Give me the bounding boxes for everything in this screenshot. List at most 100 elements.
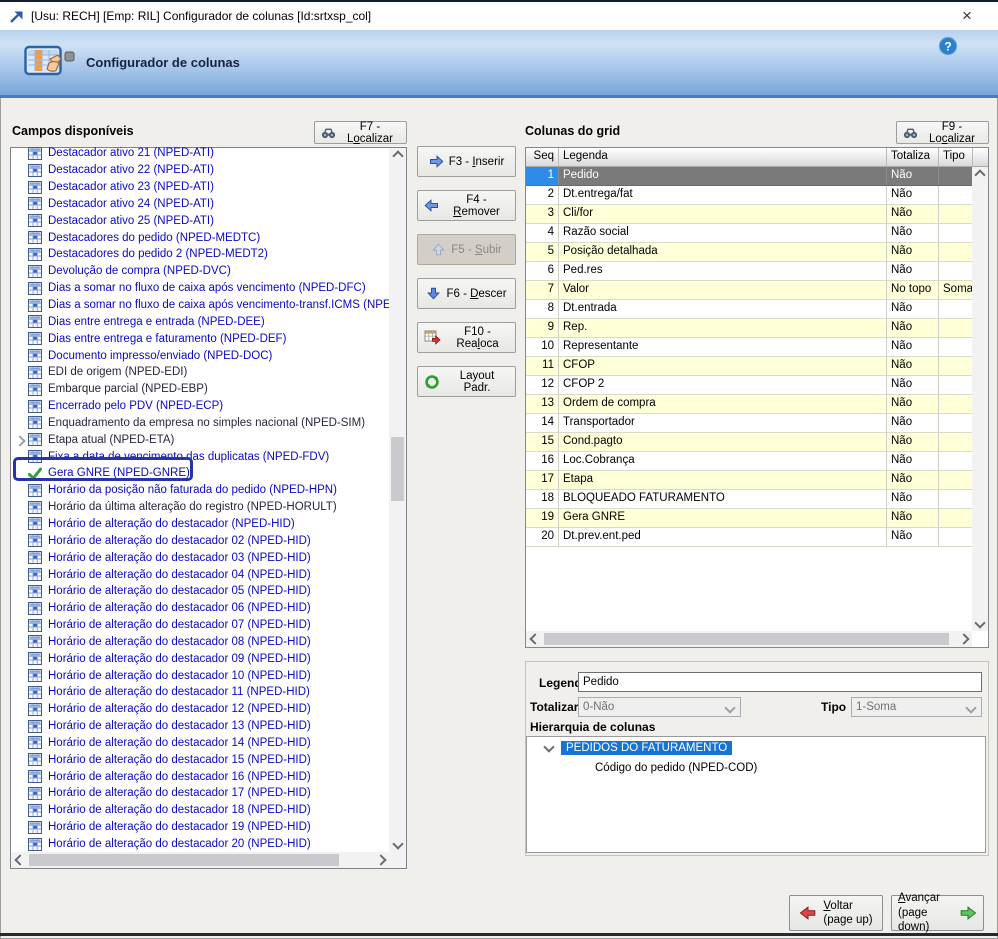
- field-list-item[interactable]: Devolução de compra (NPED-DVC): [11, 263, 389, 280]
- column-header-legenda[interactable]: Legenda: [559, 148, 887, 166]
- field-list-item[interactable]: Destacador ativo 22 (NPED-ATI): [11, 162, 389, 179]
- f5-subir-button[interactable]: F5 - Subir: [417, 234, 516, 265]
- tipo-select[interactable]: 1-Soma: [851, 697, 982, 717]
- field-list-item[interactable]: Destacadores do pedido 2 (NPED-MEDT2): [11, 246, 389, 263]
- field-list-item[interactable]: Horário de alteração do destacador 20 (N…: [11, 836, 389, 852]
- field-list-item[interactable]: Horário de alteração do destacador 11 (N…: [11, 684, 389, 701]
- grid-row[interactable]: 2Dt.entrega/fatNão: [526, 186, 988, 205]
- fields-scroll-down-icon[interactable]: [389, 836, 406, 852]
- grid-row[interactable]: 5Posição detalhadaNão: [526, 243, 988, 262]
- grid-row[interactable]: 14TransportadorNão: [526, 414, 988, 433]
- field-list-item[interactable]: Horário de alteração do destacador 12 (N…: [11, 701, 389, 718]
- f3-inserir-button[interactable]: F3 - Inserir: [417, 146, 516, 177]
- close-icon[interactable]: ×: [950, 2, 984, 30]
- field-list-item[interactable]: Horário de alteração do destacador 05 (N…: [11, 583, 389, 600]
- field-list-item[interactable]: Destacador ativo 21 (NPED-ATI): [11, 145, 389, 162]
- fields-vscroll-thumb[interactable]: [391, 437, 404, 501]
- field-list-item[interactable]: Destacadores do pedido (NPED-MEDTC): [11, 229, 389, 246]
- field-list-item[interactable]: Horário de alteração do destacador 14 (N…: [11, 735, 389, 752]
- field-list-item[interactable]: Horário de alteração do destacador 08 (N…: [11, 633, 389, 650]
- grid-row[interactable]: 19Gera GNRENão: [526, 509, 988, 528]
- voltar-button[interactable]: Voltar(page up): [789, 895, 883, 931]
- grid-row[interactable]: 12CFOP 2Não: [526, 376, 988, 395]
- tree-collapse-chevron-icon[interactable]: [545, 742, 553, 754]
- grid-columns-table[interactable]: SeqLegendaTotalizaTipo 1PedidoNão2Dt.ent…: [525, 147, 989, 648]
- f7-localizar-button[interactable]: F7 - Localizar: [314, 121, 407, 144]
- grid-row[interactable]: 9Rep.Não: [526, 319, 988, 338]
- grid-row[interactable]: 17EtapaNão: [526, 471, 988, 490]
- field-list-item[interactable]: Horário de alteração do destacador 17 (N…: [11, 785, 389, 802]
- f4-remover-button[interactable]: F4 - Remover: [417, 190, 516, 221]
- totalizar-select[interactable]: 0-Não: [578, 697, 741, 717]
- field-list-item[interactable]: Horário de alteração do destacador 19 (N…: [11, 819, 389, 836]
- field-list-item[interactable]: Horário de alteração do destacador (NPED…: [11, 516, 389, 533]
- grid-row[interactable]: 11CFOPNão: [526, 357, 988, 376]
- field-list-item[interactable]: Horário de alteração do destacador 02 (N…: [11, 532, 389, 549]
- expand-chevron-icon[interactable]: [16, 436, 24, 448]
- field-list-item[interactable]: Horário de alteração do destacador 18 (N…: [11, 802, 389, 819]
- grid-row[interactable]: 15Cond.pagtoNão: [526, 433, 988, 452]
- grid-row[interactable]: 1PedidoNão: [526, 167, 988, 186]
- grid-row[interactable]: 7ValorNo topoSoma: [526, 281, 988, 300]
- tree-node[interactable]: PEDIDOS DO FATURAMENTO: [527, 739, 985, 757]
- field-list-item[interactable]: Horário de alteração do destacador 15 (N…: [11, 751, 389, 768]
- field-list-item[interactable]: Horário da posição não faturada do pedid…: [11, 482, 389, 499]
- layout-padrao-button[interactable]: Layout Padr.: [417, 366, 516, 397]
- field-list-item[interactable]: Horário de alteração do destacador 07 (N…: [11, 617, 389, 634]
- field-list-item[interactable]: Dias a somar no fluxo de caixa após venc…: [11, 280, 389, 297]
- grid-row[interactable]: 18BLOQUEADO FATURAMENTONão: [526, 490, 988, 509]
- f10-realoca-button[interactable]: F10 - Realoca: [417, 322, 516, 353]
- field-list-item[interactable]: Gera GNRE (NPED-GNRE): [11, 465, 389, 482]
- help-icon[interactable]: ?: [938, 36, 958, 56]
- grid-scroll-left-icon[interactable]: [526, 631, 543, 647]
- field-list-item[interactable]: Horário de alteração do destacador 03 (N…: [11, 549, 389, 566]
- field-list-item[interactable]: Dias entre entrega e faturamento (NPED-D…: [11, 330, 389, 347]
- field-list-item[interactable]: Destacador ativo 24 (NPED-ATI): [11, 196, 389, 213]
- fields-scroll-up-icon[interactable]: [389, 148, 406, 164]
- field-list-item[interactable]: Horário de alteração do destacador 09 (N…: [11, 650, 389, 667]
- field-list-item[interactable]: EDI de origem (NPED-EDI): [11, 364, 389, 381]
- f6-descer-button[interactable]: F6 - Descer: [417, 278, 516, 309]
- grid-row[interactable]: 10RepresentanteNão: [526, 338, 988, 357]
- field-list-item[interactable]: Etapa atual (NPED-ETA): [11, 431, 389, 448]
- fields-hscrollbar[interactable]: [11, 852, 406, 868]
- legenda-input[interactable]: [578, 672, 982, 692]
- field-list-item[interactable]: Horário de alteração do destacador 04 (N…: [11, 566, 389, 583]
- field-list-item[interactable]: Horário de alteração do destacador 13 (N…: [11, 718, 389, 735]
- available-fields-list[interactable]: Destacador ativo 21 (NPED-ATI)Destacador…: [10, 147, 407, 869]
- column-header-tipo[interactable]: Tipo: [939, 148, 973, 166]
- field-list-item[interactable]: Horário da última alteração do registro …: [11, 499, 389, 516]
- grid-row[interactable]: 20Dt.prev.ent.pedNão: [526, 528, 988, 547]
- field-list-item[interactable]: Embarque parcial (NPED-EBP): [11, 381, 389, 398]
- field-list-item[interactable]: Fixa a data de vencimento das duplicatas…: [11, 448, 389, 465]
- grid-scroll-down-icon[interactable]: [972, 615, 988, 631]
- grid-row[interactable]: 13Ordem de compraNão: [526, 395, 988, 414]
- field-list-item[interactable]: Horário de alteração do destacador 10 (N…: [11, 667, 389, 684]
- grid-hscrollbar[interactable]: [526, 631, 972, 647]
- field-list-item[interactable]: Horário de alteração do destacador 16 (N…: [11, 768, 389, 785]
- grid-row[interactable]: 4Razão socialNão: [526, 224, 988, 243]
- f9-localizar-button[interactable]: F9 - Localizar: [896, 121, 989, 144]
- grid-row[interactable]: 3Cli/forNão: [526, 205, 988, 224]
- grid-scroll-up-icon[interactable]: [972, 167, 988, 183]
- field-list-item[interactable]: Enquadramento da empresa no simples naci…: [11, 415, 389, 432]
- tree-node[interactable]: Código do pedido (NPED-COD): [527, 759, 985, 777]
- field-list-item[interactable]: Dias a somar no fluxo de caixa após venc…: [11, 297, 389, 314]
- column-hierarchy-tree[interactable]: PEDIDOS DO FATURAMENTO Código do pedido (…: [526, 736, 986, 853]
- fields-hscroll-thumb[interactable]: [29, 854, 339, 866]
- grid-row[interactable]: 6Ped.resNão: [526, 262, 988, 281]
- fields-scroll-right-icon[interactable]: [372, 852, 389, 868]
- fields-vscrollbar[interactable]: [389, 148, 406, 852]
- field-list-item[interactable]: Dias entre entrega e entrada (NPED-DEE): [11, 313, 389, 330]
- grid-scroll-right-icon[interactable]: [955, 631, 972, 647]
- column-header-seq[interactable]: Seq: [526, 148, 559, 166]
- field-list-item[interactable]: Documento impresso/enviado (NPED-DOC): [11, 347, 389, 364]
- field-list-item[interactable]: Destacador ativo 23 (NPED-ATI): [11, 179, 389, 196]
- column-header-totaliza[interactable]: Totaliza: [887, 148, 939, 166]
- fields-scroll-left-icon[interactable]: [11, 852, 28, 868]
- field-list-item[interactable]: Encerrado pelo PDV (NPED-ECP): [11, 398, 389, 415]
- avancar-button[interactable]: Avançar(page down): [891, 895, 984, 931]
- field-list-item[interactable]: Destacador ativo 25 (NPED-ATI): [11, 212, 389, 229]
- field-list-item[interactable]: Horário de alteração do destacador 06 (N…: [11, 600, 389, 617]
- grid-vscrollbar[interactable]: [972, 167, 988, 631]
